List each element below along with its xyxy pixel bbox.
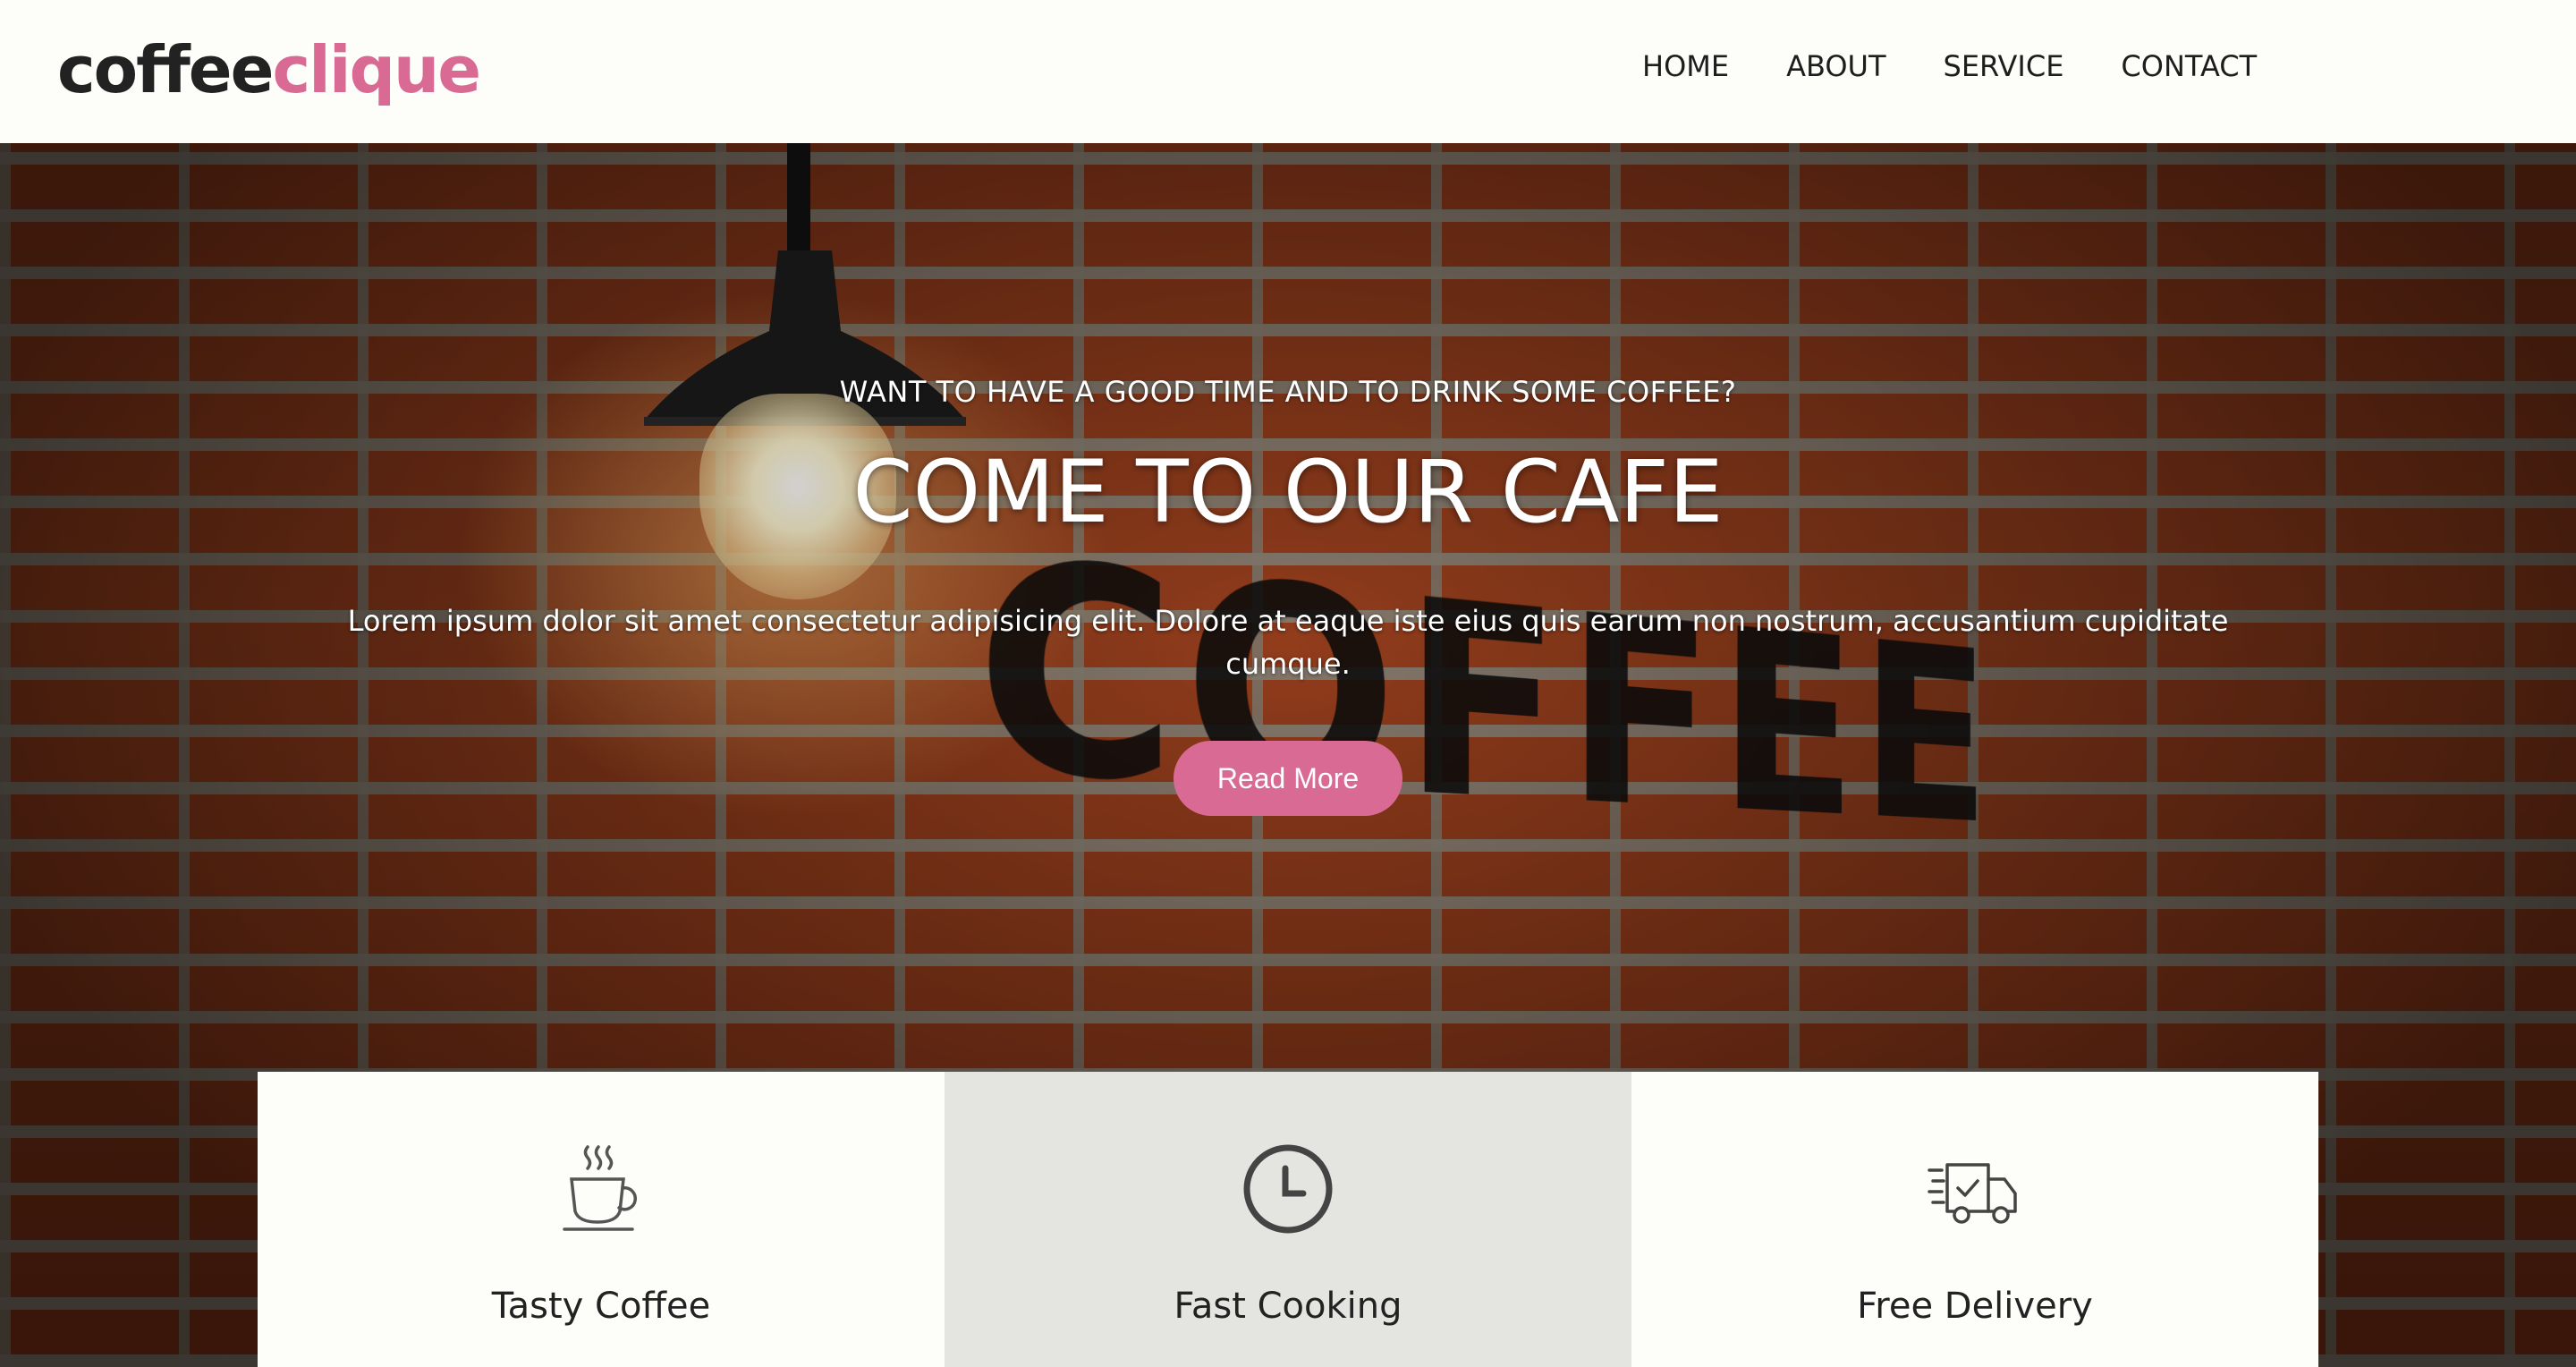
hero-title: COME TO OUR CAFE <box>852 442 1724 542</box>
coffee-cup-icon <box>563 1145 638 1231</box>
logo-text-accent: clique <box>272 32 481 107</box>
feature-card-tasty-coffee: Tasty Coffee <box>258 1072 945 1367</box>
site-logo[interactable]: coffeeclique <box>57 25 481 115</box>
hero-description: Lorem ipsum dolor sit amet consectetur a… <box>347 604 2229 681</box>
nav-link-contact[interactable]: CONTACT <box>2121 47 2257 86</box>
nav-link-service[interactable]: SERVICE <box>1944 47 2064 86</box>
nav-link-home[interactable]: HOME <box>1642 47 1729 86</box>
feature-title: Tasty Coffee <box>491 1286 711 1327</box>
clock-icon <box>1243 1144 1333 1234</box>
site-header: coffeeclique HOME ABOUT SERVICE CONTACT <box>0 0 2576 143</box>
read-more-button[interactable]: Read More <box>1174 741 1402 816</box>
main-nav: HOME ABOUT SERVICE CONTACT <box>1642 47 2257 86</box>
feature-title: Free Delivery <box>1857 1286 2093 1327</box>
feature-title: Fast Cooking <box>1174 1286 1402 1327</box>
delivery-truck-icon <box>1928 1163 2017 1224</box>
hero-kicker: WANT TO HAVE A GOOD TIME AND TO DRINK SO… <box>839 375 1737 409</box>
feature-card-free-delivery: Free Delivery <box>1631 1072 2318 1367</box>
features-row: Tasty Coffee Fast Cooking Free Delivery <box>258 1072 2318 1367</box>
feature-card-fast-cooking: Fast Cooking <box>945 1072 1631 1367</box>
nav-link-about[interactable]: ABOUT <box>1786 47 1885 86</box>
logo-text-primary: coffee <box>57 32 274 107</box>
